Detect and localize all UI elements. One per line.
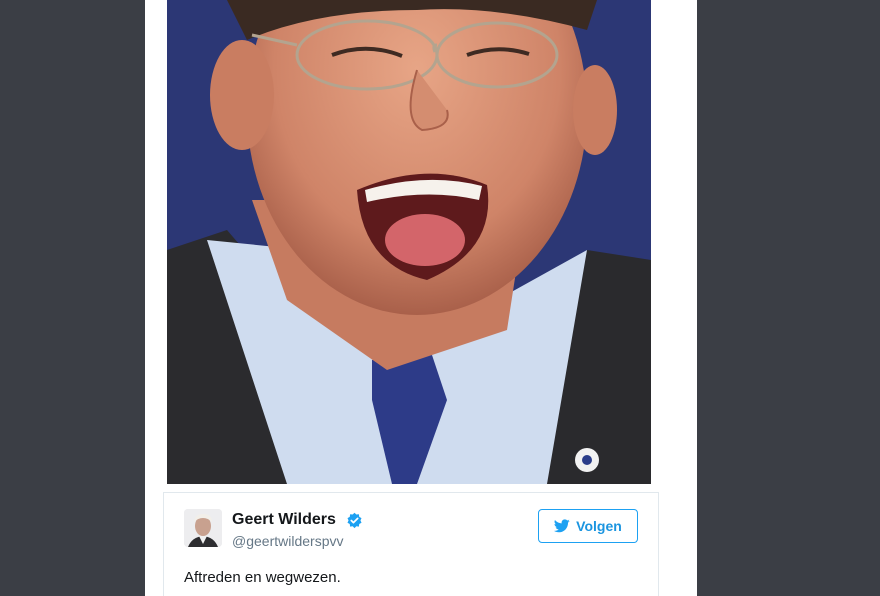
twitter-bird-icon <box>554 519 570 533</box>
tweet-photo[interactable] <box>167 0 651 484</box>
page-column: Geert Wilders @geertwilderspvv Volgen Af… <box>145 0 697 596</box>
author-name[interactable]: Geert Wilders <box>232 511 336 529</box>
user-portrait-icon <box>184 509 222 547</box>
avatar[interactable] <box>184 509 222 547</box>
embedded-tweet: Geert Wilders @geertwilderspvv Volgen Af… <box>163 492 659 596</box>
verified-badge-icon <box>347 512 362 529</box>
author-handle[interactable]: @geertwilderspvv <box>232 533 343 549</box>
laughing-man-image <box>167 0 651 484</box>
follow-button[interactable]: Volgen <box>538 509 638 543</box>
tweet-text: Aftreden en wegwezen. <box>184 569 341 586</box>
follow-label: Volgen <box>576 518 622 534</box>
